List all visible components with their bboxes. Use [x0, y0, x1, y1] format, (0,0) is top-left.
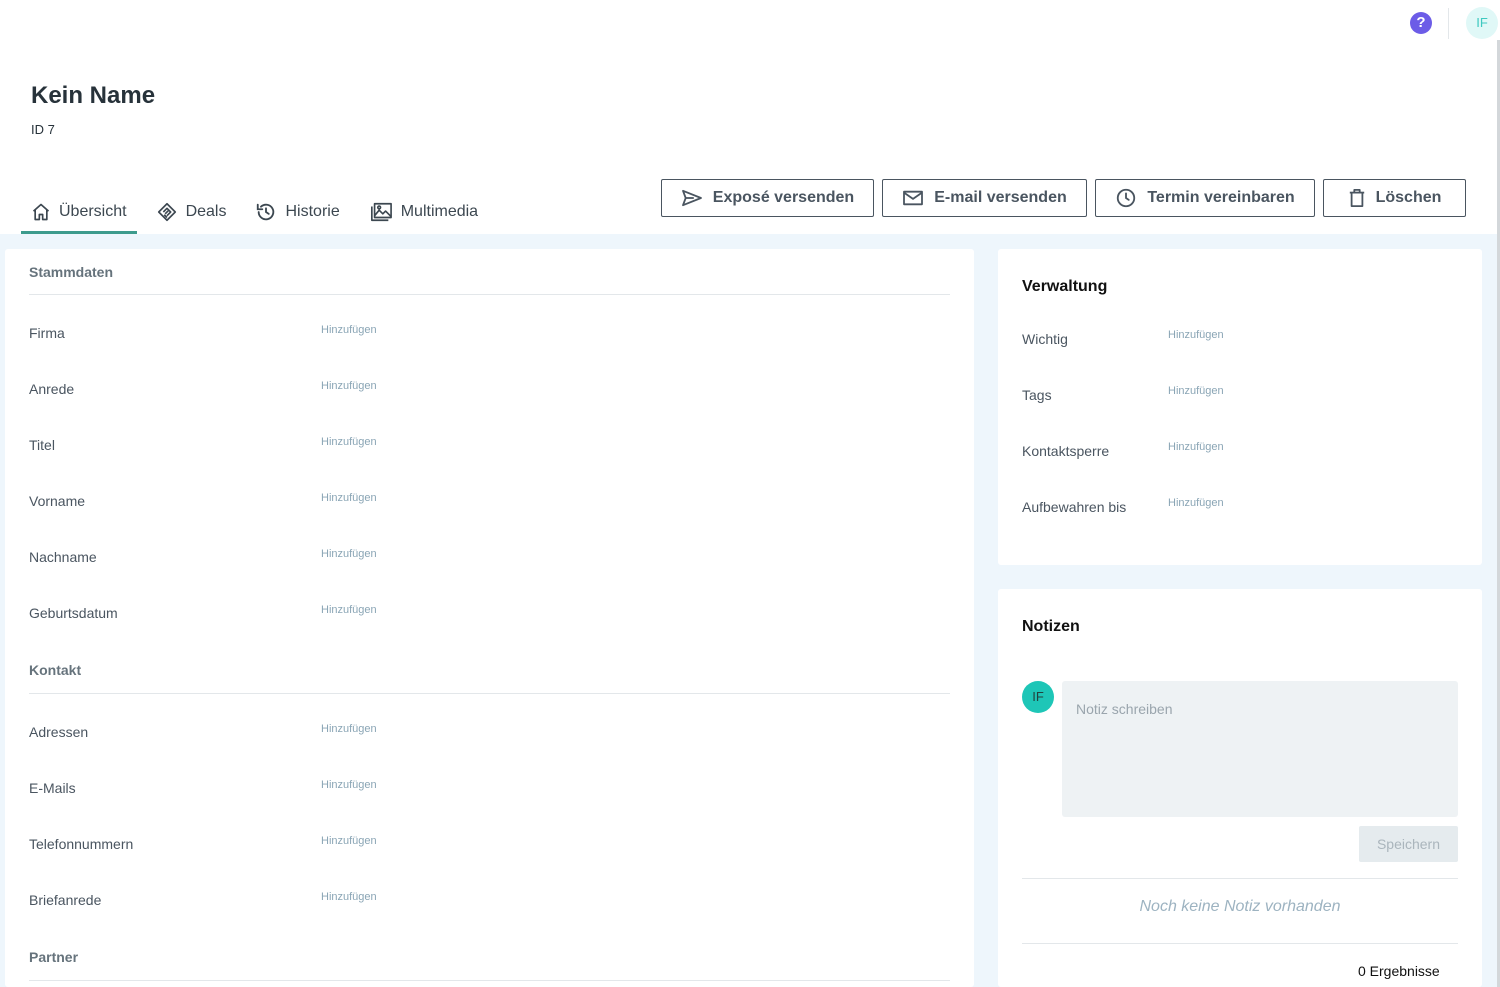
notes-divider: [1022, 943, 1458, 944]
tab-deals[interactable]: Deals: [146, 192, 237, 232]
field-label-anrede: Anrede: [29, 381, 75, 397]
action-toolbar: Exposé versenden E-mail versenden Termin…: [661, 179, 1466, 217]
verwaltung-title: Verwaltung: [1022, 278, 1108, 295]
field-label-kontaktsperre: Kontaktsperre: [1022, 443, 1110, 459]
add-tags-link[interactable]: Hinzufügen: [1168, 385, 1224, 397]
verwaltung-card: Verwaltung Wichtig Hinzufügen Tags Hinzu…: [998, 249, 1482, 565]
user-avatar[interactable]: IF: [1466, 7, 1498, 39]
question-circle-icon[interactable]: ?: [1410, 12, 1432, 34]
delete-button[interactable]: Löschen: [1323, 179, 1466, 217]
send-email-button[interactable]: E-mail versenden: [882, 179, 1087, 217]
add-vorname-link[interactable]: Hinzufügen: [321, 492, 377, 504]
home-icon: [32, 203, 50, 220]
section-heading-stammdaten: Stammdaten: [29, 264, 114, 280]
top-bar: ? IF: [0, 0, 1500, 46]
button-label: Exposé versenden: [712, 189, 855, 206]
field-label-telefonnummern: Telefonnummern: [29, 836, 134, 852]
tab-historie[interactable]: Historie: [245, 192, 349, 232]
add-briefanrede-link[interactable]: Hinzufügen: [321, 891, 377, 903]
schedule-appointment-button[interactable]: Termin vereinbaren: [1095, 179, 1315, 217]
history-icon: [257, 203, 275, 221]
add-adressen-link[interactable]: Hinzufügen: [321, 723, 377, 735]
tab-label: Übersicht: [59, 202, 127, 220]
clock-icon: [1117, 188, 1136, 208]
note-input[interactable]: [1062, 681, 1458, 817]
field-label-vorname: Vorname: [29, 493, 86, 509]
add-titel-link[interactable]: Hinzufügen: [321, 436, 377, 448]
field-label-firma: Firma: [29, 325, 65, 341]
add-aufbewahren-bis-link[interactable]: Hinzufügen: [1168, 497, 1224, 509]
field-label-aufbewahren-bis: Aufbewahren bis: [1022, 499, 1127, 515]
empty-notes-message: Noch keine Notiz vorhanden: [1139, 898, 1341, 915]
field-label-nachname: Nachname: [29, 549, 97, 565]
tab-label: Historie: [285, 203, 340, 220]
topbar-divider: [1448, 8, 1449, 39]
note-author-avatar: IF: [1022, 681, 1054, 713]
trash-icon: [1349, 189, 1364, 207]
add-firma-link[interactable]: Hinzufügen: [321, 324, 377, 336]
section-heading-partner: Partner: [29, 949, 79, 965]
notizen-title: Notizen: [1022, 618, 1080, 635]
field-label-briefanrede: Briefanrede: [29, 892, 102, 908]
add-anrede-link[interactable]: Hinzufügen: [321, 380, 377, 392]
send-expose-button[interactable]: Exposé versenden: [661, 179, 874, 217]
add-telefonnummern-link[interactable]: Hinzufügen: [321, 835, 377, 847]
field-label-emails: E-Mails: [29, 780, 76, 796]
section-heading-kontakt: Kontakt: [29, 662, 82, 678]
button-label: Termin vereinbaren: [1147, 189, 1295, 206]
add-emails-link[interactable]: Hinzufügen: [321, 779, 377, 791]
tab-label: Deals: [185, 203, 227, 220]
field-label-adressen: Adressen: [29, 724, 89, 740]
add-kontaktsperre-link[interactable]: Hinzufügen: [1168, 441, 1224, 453]
add-wichtig-link[interactable]: Hinzufügen: [1168, 329, 1224, 341]
tab-multimedia[interactable]: Multimedia: [359, 192, 488, 232]
notizen-card: Notizen IF Speichern Noch keine Notiz vo…: [998, 589, 1482, 987]
tab-bar: Übersicht Deals Historie Multimedia: [21, 192, 497, 234]
handshake-icon: [157, 202, 176, 222]
notes-divider: [1022, 878, 1458, 879]
button-label: E-mail versenden: [934, 189, 1067, 206]
field-label-titel: Titel: [29, 437, 55, 453]
results-count: 0 Ergebnisse: [1358, 963, 1440, 979]
tab-label: Multimedia: [400, 203, 479, 220]
add-nachname-link[interactable]: Hinzufügen: [321, 548, 377, 560]
section-divider: [29, 980, 950, 981]
tab-uebersicht[interactable]: Übersicht: [21, 192, 137, 234]
details-card: Stammdaten Firma Hinzufügen Anrede Hinzu…: [5, 249, 974, 987]
record-id: ID 7: [31, 122, 55, 137]
section-divider: [29, 294, 950, 295]
section-divider: [29, 693, 950, 694]
field-label-geburtsdatum: Geburtsdatum: [29, 605, 118, 621]
field-label-wichtig: Wichtig: [1022, 331, 1068, 347]
save-note-button[interactable]: Speichern: [1359, 826, 1458, 862]
button-label: Löschen: [1375, 189, 1442, 206]
page-title: Kein Name: [31, 82, 156, 109]
field-label-tags: Tags: [1022, 387, 1052, 403]
images-icon: [370, 202, 392, 222]
add-geburtsdatum-link[interactable]: Hinzufügen: [321, 604, 377, 616]
mail-icon: [903, 190, 924, 206]
send-icon: [681, 189, 702, 207]
